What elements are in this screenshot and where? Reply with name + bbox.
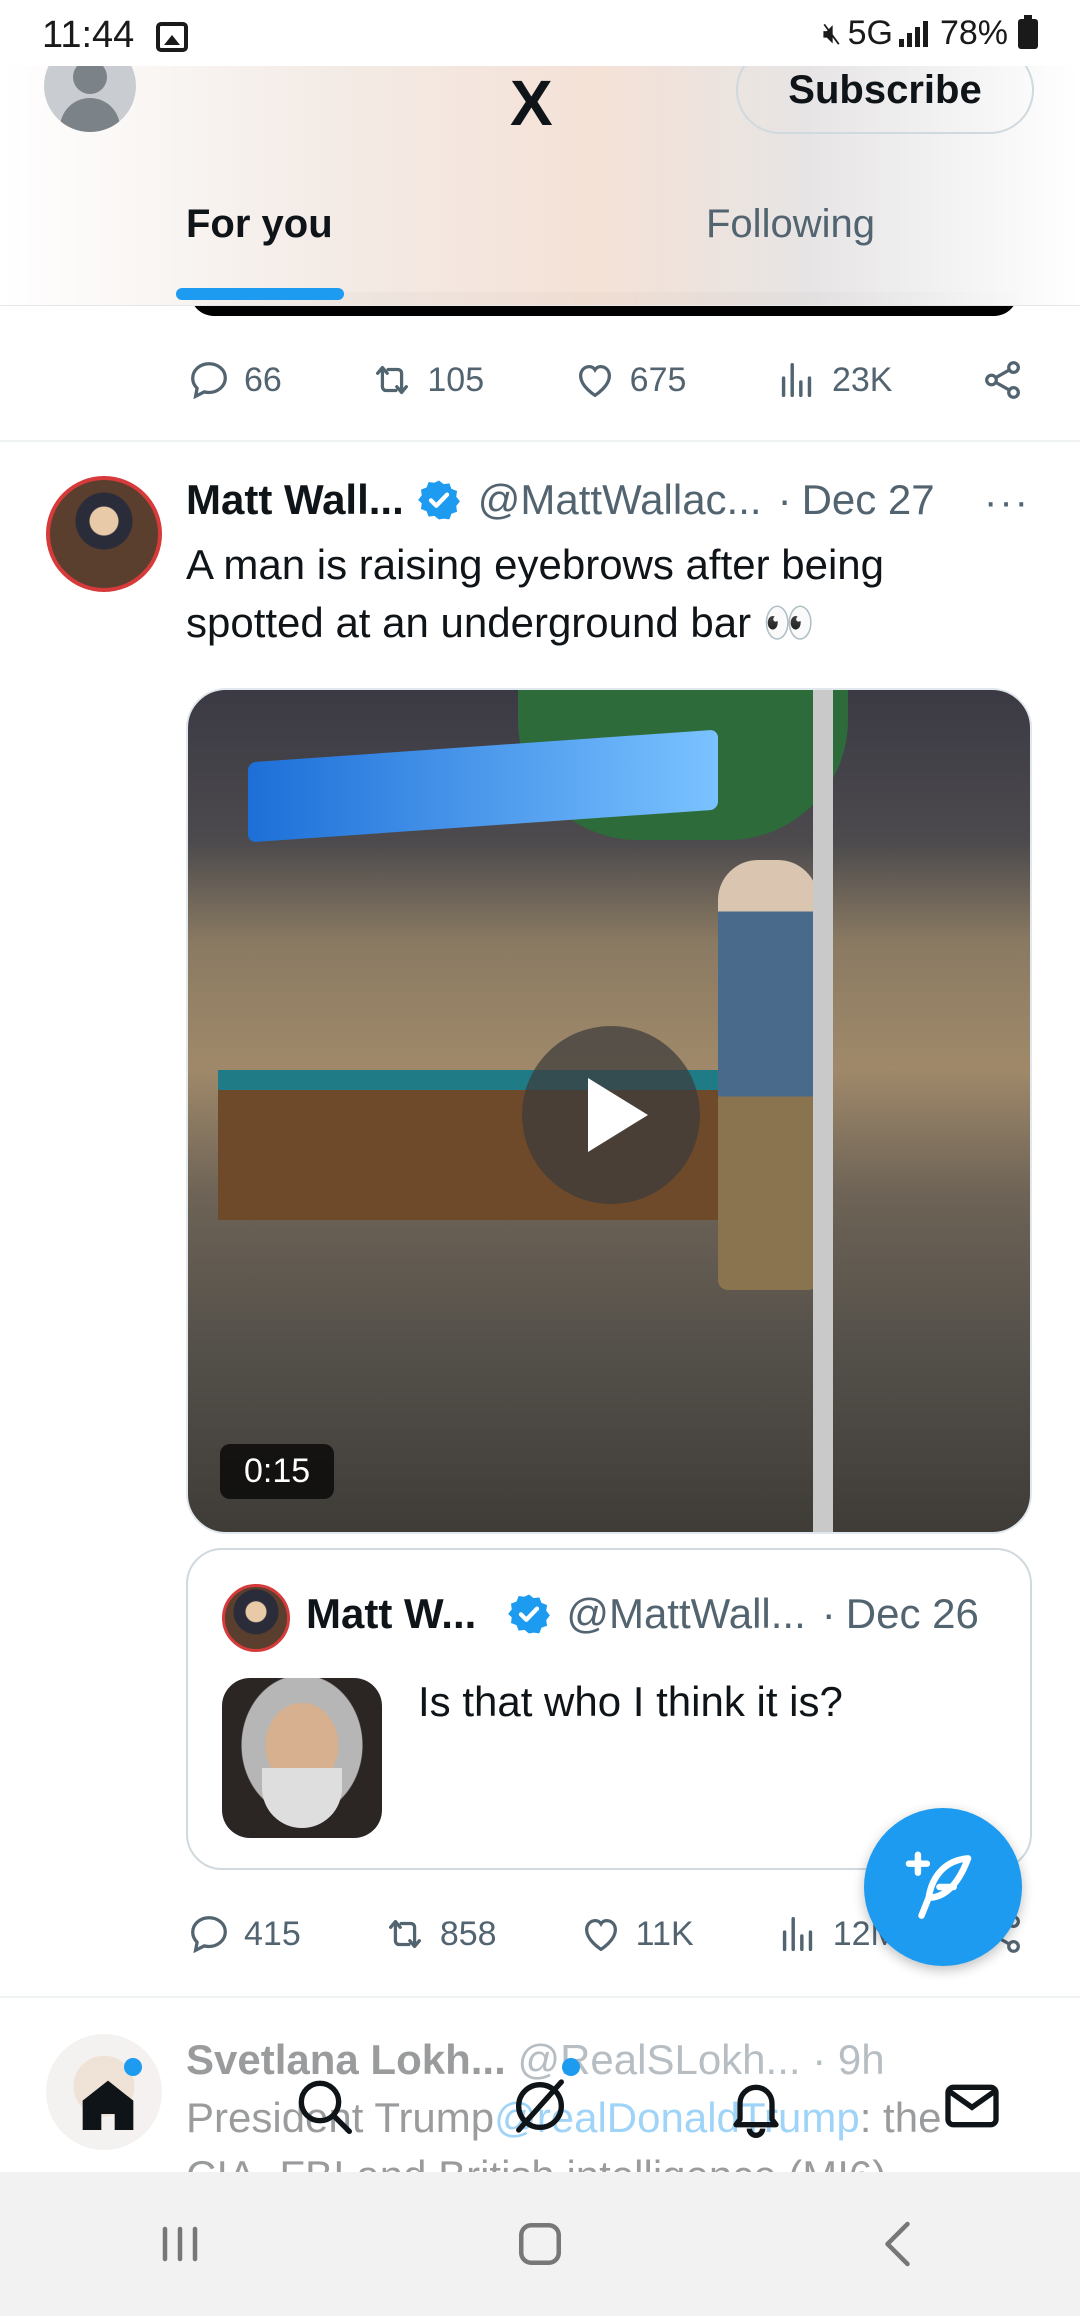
quoted-tweet-text: Is that who I think it is? bbox=[418, 1678, 843, 1725]
like-button[interactable]: 675 bbox=[572, 357, 687, 403]
home-button-icon bbox=[519, 2223, 561, 2265]
home-system-button[interactable] bbox=[480, 2204, 600, 2284]
quoted-tweet-image bbox=[222, 1678, 382, 1838]
mute-icon: 🔇︎ bbox=[822, 16, 842, 50]
quoted-tweet-date: Dec 26 bbox=[845, 1590, 979, 1637]
repost-count: 105 bbox=[427, 360, 485, 399]
recents-icon bbox=[162, 2226, 198, 2262]
repost-button[interactable]: 858 bbox=[382, 1911, 497, 1957]
verified-badge-icon bbox=[417, 480, 460, 520]
back-button[interactable] bbox=[840, 2204, 960, 2284]
grok-notification-dot bbox=[562, 2058, 580, 2076]
verified-badge-icon bbox=[508, 1594, 551, 1634]
active-tab-indicator bbox=[176, 288, 344, 300]
tweet-text: A man is raising eyebrows after being sp… bbox=[186, 541, 885, 646]
video-frame-pole bbox=[813, 690, 833, 1532]
like-count: 675 bbox=[629, 360, 687, 399]
quoted-tweet-header: Matt W... @MattWall... · Dec 26 bbox=[306, 1590, 979, 1638]
separator-dot: · bbox=[777, 476, 792, 523]
quoted-author-name: Matt W... bbox=[306, 1590, 477, 1637]
home-notification-dot bbox=[124, 2058, 142, 2076]
view-count: 23K bbox=[831, 360, 893, 399]
notifications-icon bbox=[733, 2084, 779, 2138]
nav-home[interactable] bbox=[0, 2040, 216, 2172]
nav-messages[interactable] bbox=[864, 2040, 1080, 2172]
signal-icon bbox=[898, 20, 928, 47]
reply-count: 66 bbox=[244, 360, 282, 399]
previous-tweet-actions: 66 105 675 23K bbox=[186, 350, 1026, 410]
repost-icon bbox=[376, 365, 409, 395]
reply-icon bbox=[191, 1916, 227, 1954]
tweet-header: Matt Wall... @MattWallac... · Dec 27 bbox=[186, 476, 935, 524]
share-button[interactable] bbox=[980, 357, 1026, 403]
nav-notifications[interactable] bbox=[648, 2040, 864, 2172]
heart-icon bbox=[584, 1918, 617, 1952]
analytics-icon bbox=[781, 362, 812, 398]
status-time: 11:44 bbox=[42, 14, 135, 56]
views-button[interactable]: 23K bbox=[774, 357, 893, 403]
tab-following[interactable]: Following bbox=[706, 202, 875, 247]
tweet-date[interactable]: Dec 27 bbox=[802, 476, 935, 524]
like-count: 11K bbox=[635, 1914, 694, 1953]
bottom-navigation bbox=[0, 2040, 1080, 2172]
reply-button[interactable]: 415 bbox=[186, 1911, 301, 1957]
tweet-author-avatar[interactable] bbox=[46, 476, 162, 592]
timeline-header: X Subscribe For you Following bbox=[0, 40, 1080, 306]
tweet-divider bbox=[0, 440, 1080, 442]
repost-count: 858 bbox=[439, 1914, 497, 1953]
reply-count: 415 bbox=[244, 1914, 301, 1953]
tab-for-you[interactable]: For you bbox=[186, 202, 333, 247]
reply-icon bbox=[191, 362, 227, 400]
quoted-author-handle: @MattWall... bbox=[566, 1590, 806, 1637]
repost-icon bbox=[388, 1919, 421, 1949]
reply-button[interactable]: 66 bbox=[186, 357, 282, 403]
compose-feather-icon bbox=[905, 1851, 972, 1919]
grok-icon bbox=[516, 2079, 564, 2133]
messages-icon bbox=[945, 2084, 999, 2128]
like-button[interactable]: 11K bbox=[578, 1911, 694, 1957]
recents-button[interactable] bbox=[120, 2204, 240, 2284]
repost-button[interactable]: 105 bbox=[369, 357, 484, 403]
system-navigation bbox=[0, 2172, 1080, 2316]
tweet-author-handle[interactable]: @MattWallac... bbox=[478, 476, 762, 524]
separator-dot: · bbox=[821, 1590, 836, 1637]
play-button[interactable] bbox=[522, 1026, 700, 1204]
more-options-icon[interactable]: ··· bbox=[984, 480, 1030, 525]
x-logo[interactable]: X bbox=[510, 66, 553, 140]
nav-search[interactable] bbox=[216, 2040, 432, 2172]
tweet-author-name[interactable]: Matt Wall... bbox=[186, 476, 404, 524]
search-icon bbox=[298, 2080, 352, 2134]
quoted-author-avatar bbox=[222, 1584, 290, 1652]
share-icon bbox=[985, 361, 1020, 399]
heart-icon bbox=[578, 364, 611, 398]
video-frame-person bbox=[718, 860, 818, 1290]
status-indicators: 🔇︎ 5G 78% bbox=[823, 14, 1038, 53]
battery-icon bbox=[1018, 14, 1038, 49]
video-duration: 0:15 bbox=[220, 1444, 335, 1499]
gallery-icon bbox=[156, 22, 188, 52]
status-bar: 11:44 🔇︎ 5G 78% bbox=[0, 0, 1080, 66]
back-icon bbox=[885, 2221, 910, 2267]
battery-percent: 78% bbox=[939, 14, 1008, 52]
home-icon bbox=[82, 2080, 134, 2130]
tweet-video[interactable]: 0:15 bbox=[186, 688, 1032, 1534]
analytics-icon bbox=[782, 1916, 812, 1952]
compose-button[interactable] bbox=[864, 1808, 1022, 1966]
network-type: 5G bbox=[847, 14, 893, 52]
nav-grok[interactable] bbox=[432, 2040, 648, 2172]
tweet-divider bbox=[0, 1996, 1080, 1998]
